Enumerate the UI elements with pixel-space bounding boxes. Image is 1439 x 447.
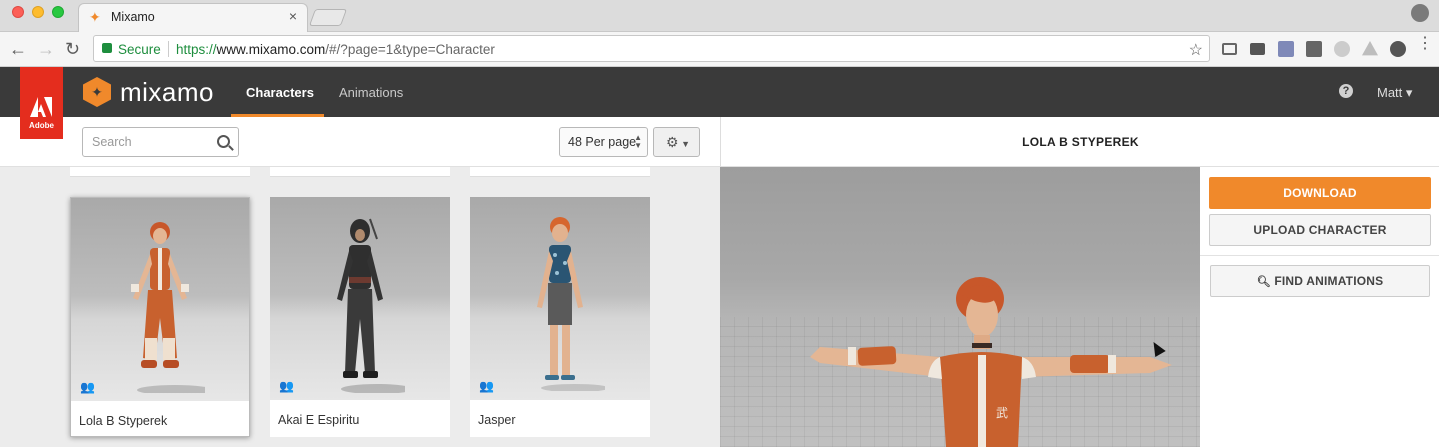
- character-figure-akai: [337, 218, 405, 393]
- people-icon: 👥: [479, 379, 494, 393]
- search-input[interactable]: [92, 135, 212, 149]
- app-header: Adobe ✦ mixamo Characters Animations ? M…: [0, 67, 1439, 139]
- character-card[interactable]: 👥 Akai E Espiritu: [270, 197, 450, 437]
- gear-icon: ⚙: [666, 134, 679, 150]
- extension-circle-icon[interactable]: [1334, 41, 1350, 57]
- help-icon[interactable]: ?: [1339, 84, 1353, 98]
- character-title: LOLA B STYPEREK: [1022, 135, 1139, 149]
- search-icon[interactable]: [217, 135, 230, 148]
- adobe-mark-icon: [30, 97, 52, 117]
- caret-down-icon: ▾: [1405, 85, 1413, 100]
- php-extension-icon[interactable]: [1278, 41, 1294, 57]
- lock-icon: [102, 43, 112, 53]
- per-page-select[interactable]: 48 Per page ▲ ▼: [559, 127, 648, 157]
- bookmark-star-icon[interactable]: ☆: [1189, 40, 1203, 60]
- profile-icon[interactable]: [1411, 4, 1429, 22]
- character-card[interactable]: 👥 Jasper: [470, 197, 650, 437]
- gear-extension-icon[interactable]: [1390, 41, 1406, 57]
- character-card[interactable]: 👥 Lola B Styperek: [70, 197, 250, 437]
- runner-icon: ✦: [91, 84, 103, 100]
- adobe-label: Adobe: [29, 121, 54, 130]
- search-icon: 🔍︎: [1256, 276, 1271, 288]
- character-thumbnail: 👥: [270, 197, 450, 400]
- character-thumbnail: 👥: [470, 197, 650, 400]
- back-arrow-icon[interactable]: ←: [9, 39, 27, 59]
- secure-label: Secure: [118, 42, 161, 57]
- mixamo-favicon-icon: ✦: [89, 9, 101, 25]
- close-tab-icon[interactable]: ×: [289, 8, 297, 24]
- url-scheme: https://: [176, 42, 217, 57]
- tab-characters[interactable]: Characters: [246, 85, 314, 100]
- detail-header: LOLA B STYPEREK: [720, 117, 1439, 167]
- character-name: Jasper: [478, 413, 516, 427]
- mixamo-logo-text[interactable]: mixamo: [120, 77, 214, 108]
- character-browser: 48 Per page ▲▼ ⚙ ▼: [0, 117, 720, 447]
- reload-icon[interactable]: ↻: [65, 39, 80, 59]
- url-host: www.mixamo.com: [216, 42, 326, 57]
- character-name: Lola B Styperek: [79, 414, 168, 428]
- extension-screen-icon[interactable]: [1250, 43, 1265, 55]
- close-window-button[interactable]: [12, 6, 24, 18]
- forward-arrow-icon[interactable]: →: [37, 39, 55, 59]
- filter-bar: 48 Per page ▲▼ ⚙ ▼: [0, 117, 720, 167]
- tab-title: Mixamo: [111, 10, 155, 24]
- search-box[interactable]: [82, 127, 239, 157]
- select-arrows-icon: ▲ ▼: [634, 133, 642, 150]
- adobe-logo[interactable]: Adobe: [20, 67, 63, 139]
- svg-text:武: 武: [996, 406, 1008, 420]
- character-3d-model: 武: [810, 277, 1172, 447]
- previous-row-card[interactable]: [70, 167, 250, 177]
- drive-extension-icon[interactable]: [1362, 41, 1378, 56]
- per-page-value: 48 Per page: [568, 135, 637, 149]
- user-menu[interactable]: Matt ▾: [1377, 85, 1412, 101]
- character-name: Akai E Espiritu: [278, 413, 360, 427]
- settings-dropdown-button[interactable]: ⚙ ▼: [653, 127, 700, 157]
- browser-tab[interactable]: ✦ Mixamo ×: [78, 3, 308, 32]
- url-path: /#/?page=1&type=Character: [325, 42, 495, 57]
- section-divider: [1200, 255, 1439, 256]
- character-thumbnail: 👥: [71, 198, 249, 401]
- detail-actions: DOWNLOAD UPLOAD CHARACTER 🔍︎ FIND ANIMAT…: [1200, 167, 1439, 447]
- people-icon: 👥: [279, 379, 294, 393]
- previous-row-card[interactable]: [470, 167, 650, 177]
- previous-row-card[interactable]: [270, 167, 450, 177]
- menu-dots-icon[interactable]: ⋮: [1417, 36, 1433, 56]
- zoom-window-button[interactable]: [52, 6, 64, 18]
- browser-toolbar: ← → ↻ Secure https://www.mixamo.com/#/?p…: [0, 32, 1439, 67]
- minimize-window-button[interactable]: [32, 6, 44, 18]
- character-3d-viewport[interactable]: 武: [720, 167, 1200, 447]
- new-tab-button[interactable]: [308, 9, 348, 26]
- jb-extension-icon[interactable]: [1306, 41, 1322, 57]
- find-animations-label: FIND ANIMATIONS: [1274, 274, 1384, 288]
- character-figure-jasper: [537, 217, 605, 391]
- character-figure-lola: [131, 222, 205, 393]
- cast-icon[interactable]: [1222, 43, 1237, 55]
- browser-tab-bar: ✦ Mixamo ×: [0, 0, 1439, 32]
- caret-down-icon: ▼: [678, 139, 690, 149]
- user-name: Matt: [1377, 85, 1403, 100]
- upload-character-button[interactable]: UPLOAD CHARACTER: [1209, 214, 1431, 246]
- find-animations-button[interactable]: 🔍︎ FIND ANIMATIONS: [1210, 265, 1430, 297]
- download-button[interactable]: DOWNLOAD: [1209, 177, 1431, 209]
- people-icon: 👥: [80, 380, 95, 394]
- address-bar[interactable]: Secure https://www.mixamo.com/#/?page=1&…: [93, 35, 1210, 62]
- tab-animations[interactable]: Animations: [339, 85, 403, 100]
- url-text[interactable]: https://www.mixamo.com/#/?page=1&type=Ch…: [176, 42, 495, 57]
- address-divider: [168, 41, 169, 57]
